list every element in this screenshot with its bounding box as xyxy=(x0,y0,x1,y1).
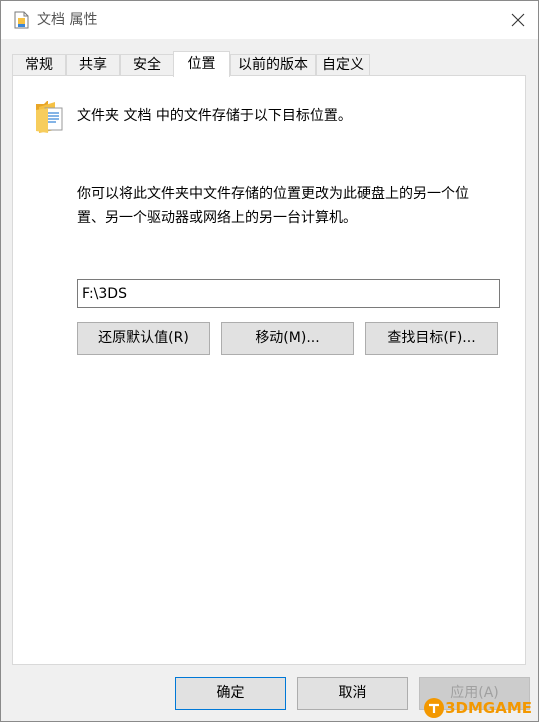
tab-label: 常规 xyxy=(25,57,53,73)
close-button[interactable] xyxy=(498,1,538,39)
document-icon xyxy=(14,11,29,29)
tab-customize[interactable]: 自定义 xyxy=(316,54,370,75)
path-input[interactable] xyxy=(77,279,500,308)
location-panel: 文件夹 文档 中的文件存储于以下目标位置。 你可以将此文件夹中文件存储的位置更改… xyxy=(12,75,526,665)
location-hint: 你可以将此文件夹中文件存储的位置更改为此硬盘上的另一个位 置、另一个驱动器或网络… xyxy=(77,182,507,230)
tab-sharing[interactable]: 共享 xyxy=(66,54,120,75)
tab-location[interactable]: 位置 xyxy=(173,51,230,77)
tab-label: 位置 xyxy=(187,56,216,72)
tab-previous-versions[interactable]: 以前的版本 xyxy=(230,54,316,75)
tab-label: 共享 xyxy=(79,57,107,73)
tab-security[interactable]: 安全 xyxy=(120,54,174,75)
folder-icon xyxy=(36,101,63,133)
watermark-icon xyxy=(424,698,445,718)
find-target-button[interactable]: 查找目标(F)... xyxy=(365,322,498,355)
watermark-logo: 3DMGAME xyxy=(423,697,532,719)
properties-dialog: 文档 属性 常规 共享 安全 位置 以前的版本 自定义 文件夹 文档 中的文件存… xyxy=(0,0,539,722)
hint-line: 你可以将此文件夹中文件存储的位置更改为此硬盘上的另一个位 xyxy=(77,186,469,202)
watermark-text: 3DMGAME xyxy=(445,699,532,717)
hint-line: 置、另一个驱动器或网络上的另一台计算机。 xyxy=(77,210,357,226)
tab-general[interactable]: 常规 xyxy=(12,54,66,75)
ok-button[interactable]: 确定 xyxy=(175,677,286,710)
tab-label: 自定义 xyxy=(322,57,364,73)
close-icon xyxy=(511,13,525,27)
tab-label: 安全 xyxy=(133,57,161,73)
cancel-button[interactable]: 取消 xyxy=(297,677,408,710)
title-bar: 文档 属性 xyxy=(1,1,538,39)
move-button[interactable]: 移动(M)... xyxy=(221,322,354,355)
folder-description: 文件夹 文档 中的文件存储于以下目标位置。 xyxy=(77,108,352,124)
restore-default-button[interactable]: 还原默认值(R) xyxy=(77,322,210,355)
window-title: 文档 属性 xyxy=(37,12,98,28)
tab-label: 以前的版本 xyxy=(238,57,308,73)
